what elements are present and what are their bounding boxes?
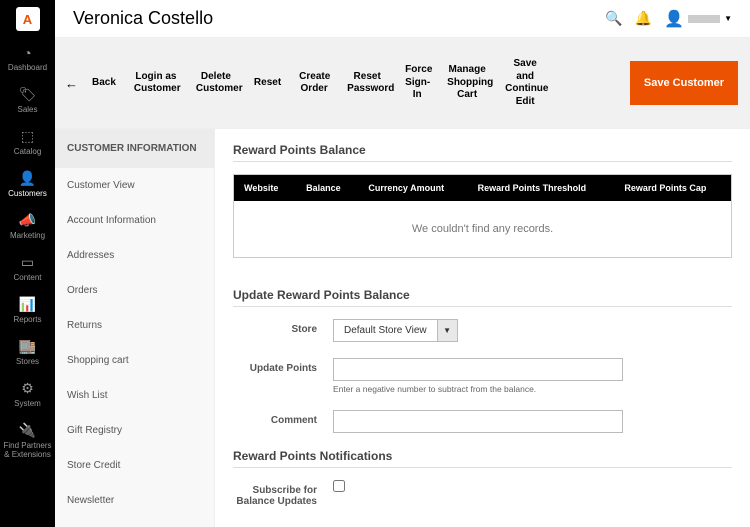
nav-find-partners-extensions[interactable]: 🔌 Find Partners & Extensions [0,415,55,466]
nav-label: Find Partners & Extensions [3,441,51,459]
sidebar-header: CUSTOMER INFORMATION [55,129,214,168]
sidebar-item-customer-view[interactable]: Customer View [55,168,214,203]
sidebar-item-billing-agreements[interactable]: Billing Agreements [55,518,214,527]
user-menu[interactable]: 👤 ▼ [664,9,732,29]
update-points-input[interactable] [333,358,623,381]
table-header: Reward Points Cap [614,175,731,202]
search-icon[interactable]: 🔍 [605,10,622,27]
subscribe-balance-checkbox[interactable] [333,480,345,492]
nav-icon: 📣 [2,212,53,229]
sidebar-item-store-credit[interactable]: Store Credit [55,448,214,483]
nav-catalog[interactable]: ⬚ Catalog [0,121,55,163]
comment-label: Comment [233,410,333,426]
nav-icon: 🏷 [2,86,53,103]
notifications-section-title: Reward Points Notifications [233,449,732,468]
bell-icon[interactable]: 🔔 [635,10,652,27]
sidebar-item-returns[interactable]: Returns [55,308,214,343]
login-as-customer-button[interactable]: Login as Customer [126,65,186,102]
table-header: Balance [296,175,358,202]
main-panel: Reward Points Balance WebsiteBalanceCurr… [215,129,750,527]
update-points-label: Update Points [233,358,333,374]
sidebar-item-orders[interactable]: Orders [55,273,214,308]
nav-icon: ◔ [2,45,53,61]
nav-label: Dashboard [8,63,47,72]
action-bar: ← Back Login as Customer Delete Customer… [55,37,750,129]
nav-label: Stores [16,357,39,366]
reset-password-button[interactable]: Reset Password [339,65,395,102]
save-continue-button[interactable]: Save and Continue Edit [497,52,553,114]
user-name-placeholder [688,15,720,23]
nav-icon: 🏬 [2,338,53,355]
chevron-down-icon: ▼ [724,14,732,23]
nav-icon: 👤 [2,170,53,187]
nav-label: Marketing [10,231,45,240]
create-order-button[interactable]: Create Order [291,65,337,102]
customer-info-sidebar: CUSTOMER INFORMATION Customer ViewAccoun… [55,129,215,527]
save-customer-button[interactable]: Save Customer [630,61,738,105]
sidebar-item-shopping-cart[interactable]: Shopping cart [55,343,214,378]
back-arrow-icon[interactable]: ← [61,76,82,91]
nav-label: Reports [13,315,41,324]
topbar: Veronica Costello 🔍 🔔 👤 ▼ [55,0,750,37]
subscribe-balance-label: Subscribe for Balance Updates [233,480,333,507]
table-header: Currency Amount [358,175,467,202]
update-points-hint: Enter a negative number to subtract from… [333,384,623,394]
comment-input[interactable] [333,410,623,433]
nav-customers[interactable]: 👤 Customers [0,163,55,205]
balance-table: WebsiteBalanceCurrency AmountReward Poin… [233,174,732,258]
nav-dashboard[interactable]: ◔ Dashboard [0,38,55,79]
update-section-title: Update Reward Points Balance [233,288,732,307]
nav-marketing[interactable]: 📣 Marketing [0,205,55,247]
nav-label: System [14,399,41,408]
table-empty-message: We couldn't find any records. [234,201,732,258]
force-signin-button[interactable]: Force Sign-In [397,58,437,108]
nav-label: Content [13,273,41,282]
nav-icon: ⚙ [2,380,53,397]
back-button[interactable]: Back [84,71,124,96]
sidebar-item-account-information[interactable]: Account Information [55,203,214,238]
balance-section-title: Reward Points Balance [233,143,732,162]
nav-label: Sales [17,105,37,114]
user-icon: 👤 [664,9,684,29]
sidebar-item-addresses[interactable]: Addresses [55,238,214,273]
page-title: Veronica Costello [73,8,593,29]
store-select-toggle[interactable]: ▼ [438,319,458,342]
nav-content[interactable]: ▭ Content [0,247,55,289]
nav-label: Catalog [14,147,42,156]
sidebar-item-newsletter[interactable]: Newsletter [55,483,214,518]
store-label: Store [233,319,333,335]
nav-stores[interactable]: 🏬 Stores [0,331,55,373]
nav-icon: ⬚ [2,128,53,145]
reset-button[interactable]: Reset [246,71,289,96]
nav-label: Customers [8,189,47,198]
nav-system[interactable]: ⚙ System [0,373,55,415]
sidebar-item-wish-list[interactable]: Wish List [55,378,214,413]
delete-customer-button[interactable]: Delete Customer [188,65,244,102]
table-header: Website [234,175,297,202]
left-nav: A ◔ Dashboard 🏷 Sales ⬚ Catalog 👤 Customers 📣 Mar… [0,0,55,527]
chevron-down-icon: ▼ [443,326,451,335]
store-select[interactable]: Default Store View [333,319,438,342]
nav-icon: 🔌 [2,422,53,439]
sidebar-item-gift-registry[interactable]: Gift Registry [55,413,214,448]
nav-icon: ▭ [2,254,53,271]
manage-cart-button[interactable]: Manage Shopping Cart [439,58,495,108]
table-header: Reward Points Threshold [468,175,615,202]
logo[interactable]: A [16,7,40,31]
nav-sales[interactable]: 🏷 Sales [0,79,55,121]
nav-reports[interactable]: 📊 Reports [0,289,55,331]
nav-icon: 📊 [2,296,53,313]
